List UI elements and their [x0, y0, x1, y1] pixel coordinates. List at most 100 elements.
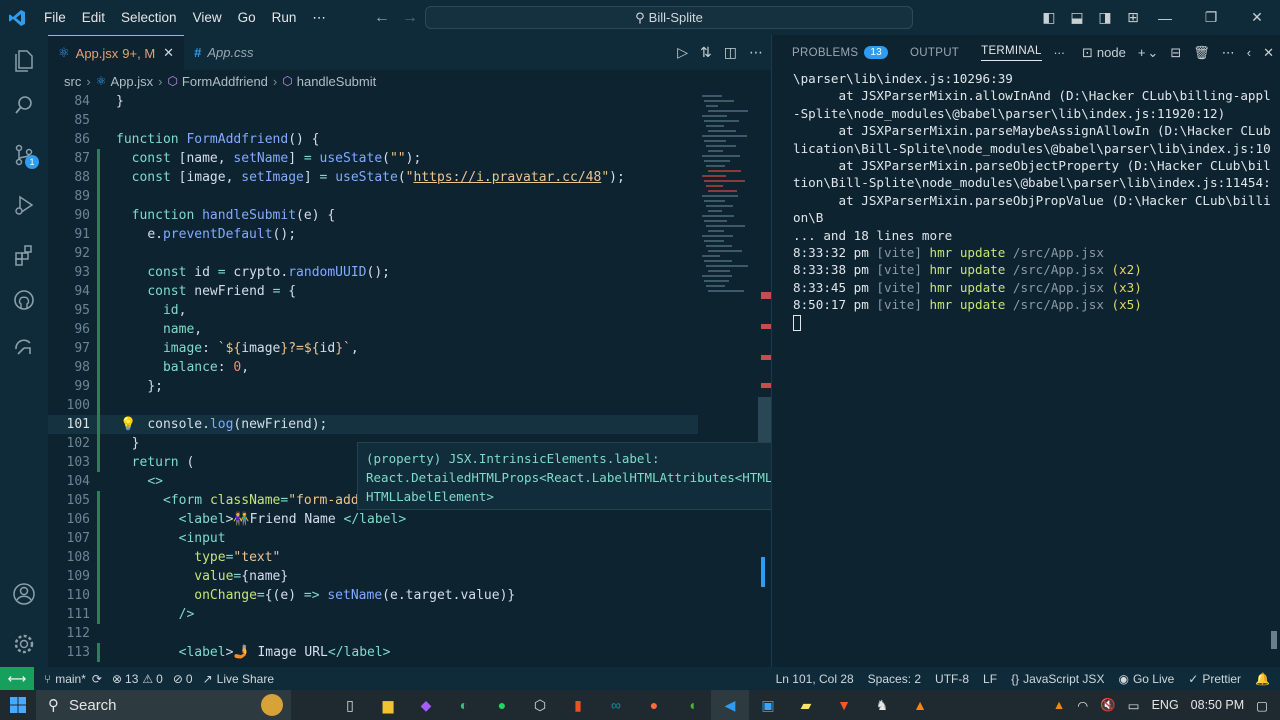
- code-editor[interactable]: 84} 85 86 function FormAddfriend() {87 cons…: [48, 92, 698, 667]
- code-line[interactable]: 92: [48, 244, 698, 263]
- source-control-icon[interactable]: 1: [0, 133, 48, 177]
- code-line[interactable]: 110 onChange={(e) => setName(e.target.va…: [48, 586, 698, 605]
- live-share-button[interactable]: ↗ Live Share: [203, 672, 274, 686]
- code-line[interactable]: 101 💡 console.log(newFriend);: [48, 415, 698, 434]
- windows-start-icon[interactable]: [0, 690, 36, 720]
- close-icon[interactable]: ✕: [1234, 9, 1280, 26]
- figma-icon[interactable]: ▮: [559, 690, 597, 720]
- code-line[interactable]: 108 type="text": [48, 548, 698, 567]
- close-panel-icon[interactable]: ✕: [1263, 45, 1274, 61]
- photoshop-icon[interactable]: ▣: [749, 690, 787, 720]
- editor-scrollbar[interactable]: [758, 92, 771, 667]
- notification-icon[interactable]: ▢: [1256, 698, 1268, 713]
- terminal-output[interactable]: \parser\lib\index.js:10296:39 at JSXPars…: [793, 70, 1278, 331]
- go-live-button[interactable]: Go Live: [1133, 672, 1174, 686]
- menu-edit[interactable]: Edit: [74, 10, 113, 25]
- toggle-panel-icon[interactable]: ⬓: [1068, 9, 1086, 26]
- menu-file[interactable]: File: [36, 10, 74, 25]
- restore-icon[interactable]: ❐: [1188, 9, 1234, 26]
- vscode-taskbar-icon[interactable]: ◀: [711, 690, 749, 720]
- postman-icon[interactable]: ●: [635, 690, 673, 720]
- remote-indicator-icon[interactable]: ⟷: [0, 667, 34, 690]
- code-line[interactable]: 95 id,: [48, 301, 698, 320]
- split-editor-icon[interactable]: ◫: [724, 44, 737, 61]
- prettier-button[interactable]: Prettier: [1202, 672, 1241, 686]
- remote-explorer-icon[interactable]: [0, 325, 48, 369]
- app-icon[interactable]: ♞: [863, 690, 901, 720]
- mongodb-icon[interactable]: ◖: [673, 690, 711, 720]
- file-explorer-icon[interactable]: ▆: [369, 690, 407, 720]
- menu-go[interactable]: Go: [230, 10, 264, 25]
- explorer-icon[interactable]: [0, 38, 48, 82]
- ports-indicator[interactable]: ⊘ 0: [173, 672, 193, 686]
- menu-run[interactable]: Run: [264, 10, 305, 25]
- close-tab-icon[interactable]: ✕: [163, 45, 174, 61]
- vlc-tray-icon[interactable]: ▲: [1053, 698, 1065, 712]
- compare-changes-icon[interactable]: ⇅: [700, 44, 712, 61]
- indentation[interactable]: Spaces: 2: [868, 672, 921, 686]
- visual-studio-icon[interactable]: ◆: [407, 690, 445, 720]
- run-play-icon[interactable]: ▷: [677, 44, 688, 61]
- code-line[interactable]: 109 value={name}: [48, 567, 698, 586]
- code-line[interactable]: 100: [48, 396, 698, 415]
- tab-app-css[interactable]: # App.css: [184, 35, 263, 70]
- code-line[interactable]: 91 e.preventDefault();: [48, 225, 698, 244]
- cursor-position[interactable]: Ln 101, Col 28: [776, 672, 854, 686]
- edge-browser-icon[interactable]: ◐: [445, 690, 483, 720]
- code-line[interactable]: 107 <input: [48, 529, 698, 548]
- code-line[interactable]: 89: [48, 187, 698, 206]
- tab-terminal[interactable]: TERMINAL: [981, 45, 1042, 61]
- task-view-icon[interactable]: ▯: [331, 690, 369, 720]
- bell-icon[interactable]: 🔔: [1255, 672, 1270, 686]
- code-line[interactable]: 111 />: [48, 605, 698, 624]
- more-actions-icon[interactable]: ⋯: [1222, 45, 1235, 61]
- more-icon[interactable]: ⋯: [1054, 46, 1066, 60]
- clock[interactable]: 08:50 PM: [1191, 698, 1245, 712]
- terminal-name[interactable]: node: [1097, 45, 1126, 60]
- customize-layout-icon[interactable]: ⊞: [1124, 9, 1142, 26]
- breadcrumb-item[interactable]: FormAddfriend: [182, 74, 268, 89]
- code-line[interactable]: 84}: [48, 92, 698, 111]
- tab-output[interactable]: OUTPUT: [910, 47, 959, 59]
- breadcrumb-item[interactable]: src: [64, 74, 81, 89]
- encoding[interactable]: UTF-8: [935, 672, 969, 686]
- problems-indicator[interactable]: ⊗ 13 ⚠ 0: [112, 672, 163, 686]
- app-cube-icon[interactable]: ⬡: [521, 690, 559, 720]
- code-line[interactable]: 85: [48, 111, 698, 130]
- breadcrumb-item[interactable]: App.jsx: [110, 74, 153, 89]
- menu-more[interactable]: ⋯: [304, 10, 334, 26]
- code-line[interactable]: 94 const newFriend = {: [48, 282, 698, 301]
- code-line[interactable]: 113 <label>🤳 Image URL</label>: [48, 643, 698, 662]
- minimap[interactable]: [698, 92, 758, 667]
- chevron-left-icon[interactable]: ‹: [1247, 45, 1251, 60]
- code-line[interactable]: 88 const [image, setImage] = useState("h…: [48, 168, 698, 187]
- language-mode[interactable]: JavaScript JSX: [1023, 672, 1104, 686]
- branch-indicator[interactable]: ⑂ main* ⟳: [44, 672, 102, 686]
- code-line[interactable]: 112: [48, 624, 698, 643]
- more-actions-icon[interactable]: ⋯: [749, 44, 763, 61]
- code-line[interactable]: 97 image: `${image}?=${id}`,: [48, 339, 698, 358]
- split-terminal-icon[interactable]: ⊟: [1170, 45, 1181, 61]
- minimize-icon[interactable]: —: [1142, 10, 1188, 26]
- brave-browser-icon[interactable]: ▼: [825, 690, 863, 720]
- battery-icon[interactable]: ▭: [1128, 698, 1140, 713]
- extensions-icon[interactable]: [0, 233, 48, 277]
- code-line[interactable]: 86 function FormAddfriend() {: [48, 130, 698, 149]
- tab-problems[interactable]: PROBLEMS 13: [792, 46, 889, 59]
- menu-selection[interactable]: Selection: [113, 10, 185, 25]
- search-icon[interactable]: [0, 83, 48, 127]
- back-arrow-icon[interactable]: ←: [374, 9, 390, 27]
- spotify-icon[interactable]: ●: [483, 690, 521, 720]
- terminal-cursor[interactable]: [793, 313, 1278, 331]
- sticky-notes-icon[interactable]: ▰: [787, 690, 825, 720]
- arduino-icon[interactable]: ∞: [597, 690, 635, 720]
- toggle-primary-sidebar-icon[interactable]: ◧: [1040, 9, 1058, 26]
- github-icon[interactable]: [0, 278, 48, 322]
- taskbar-search[interactable]: ⚲ Search: [36, 690, 291, 720]
- add-terminal-icon[interactable]: +: [1138, 45, 1146, 60]
- end-of-line[interactable]: LF: [983, 672, 997, 686]
- code-line[interactable]: 99 };: [48, 377, 698, 396]
- vlc-icon[interactable]: ▲: [901, 690, 939, 720]
- toggle-secondary-sidebar-icon[interactable]: ◨: [1096, 9, 1114, 26]
- chevron-down-icon[interactable]: ⌄: [1147, 45, 1158, 61]
